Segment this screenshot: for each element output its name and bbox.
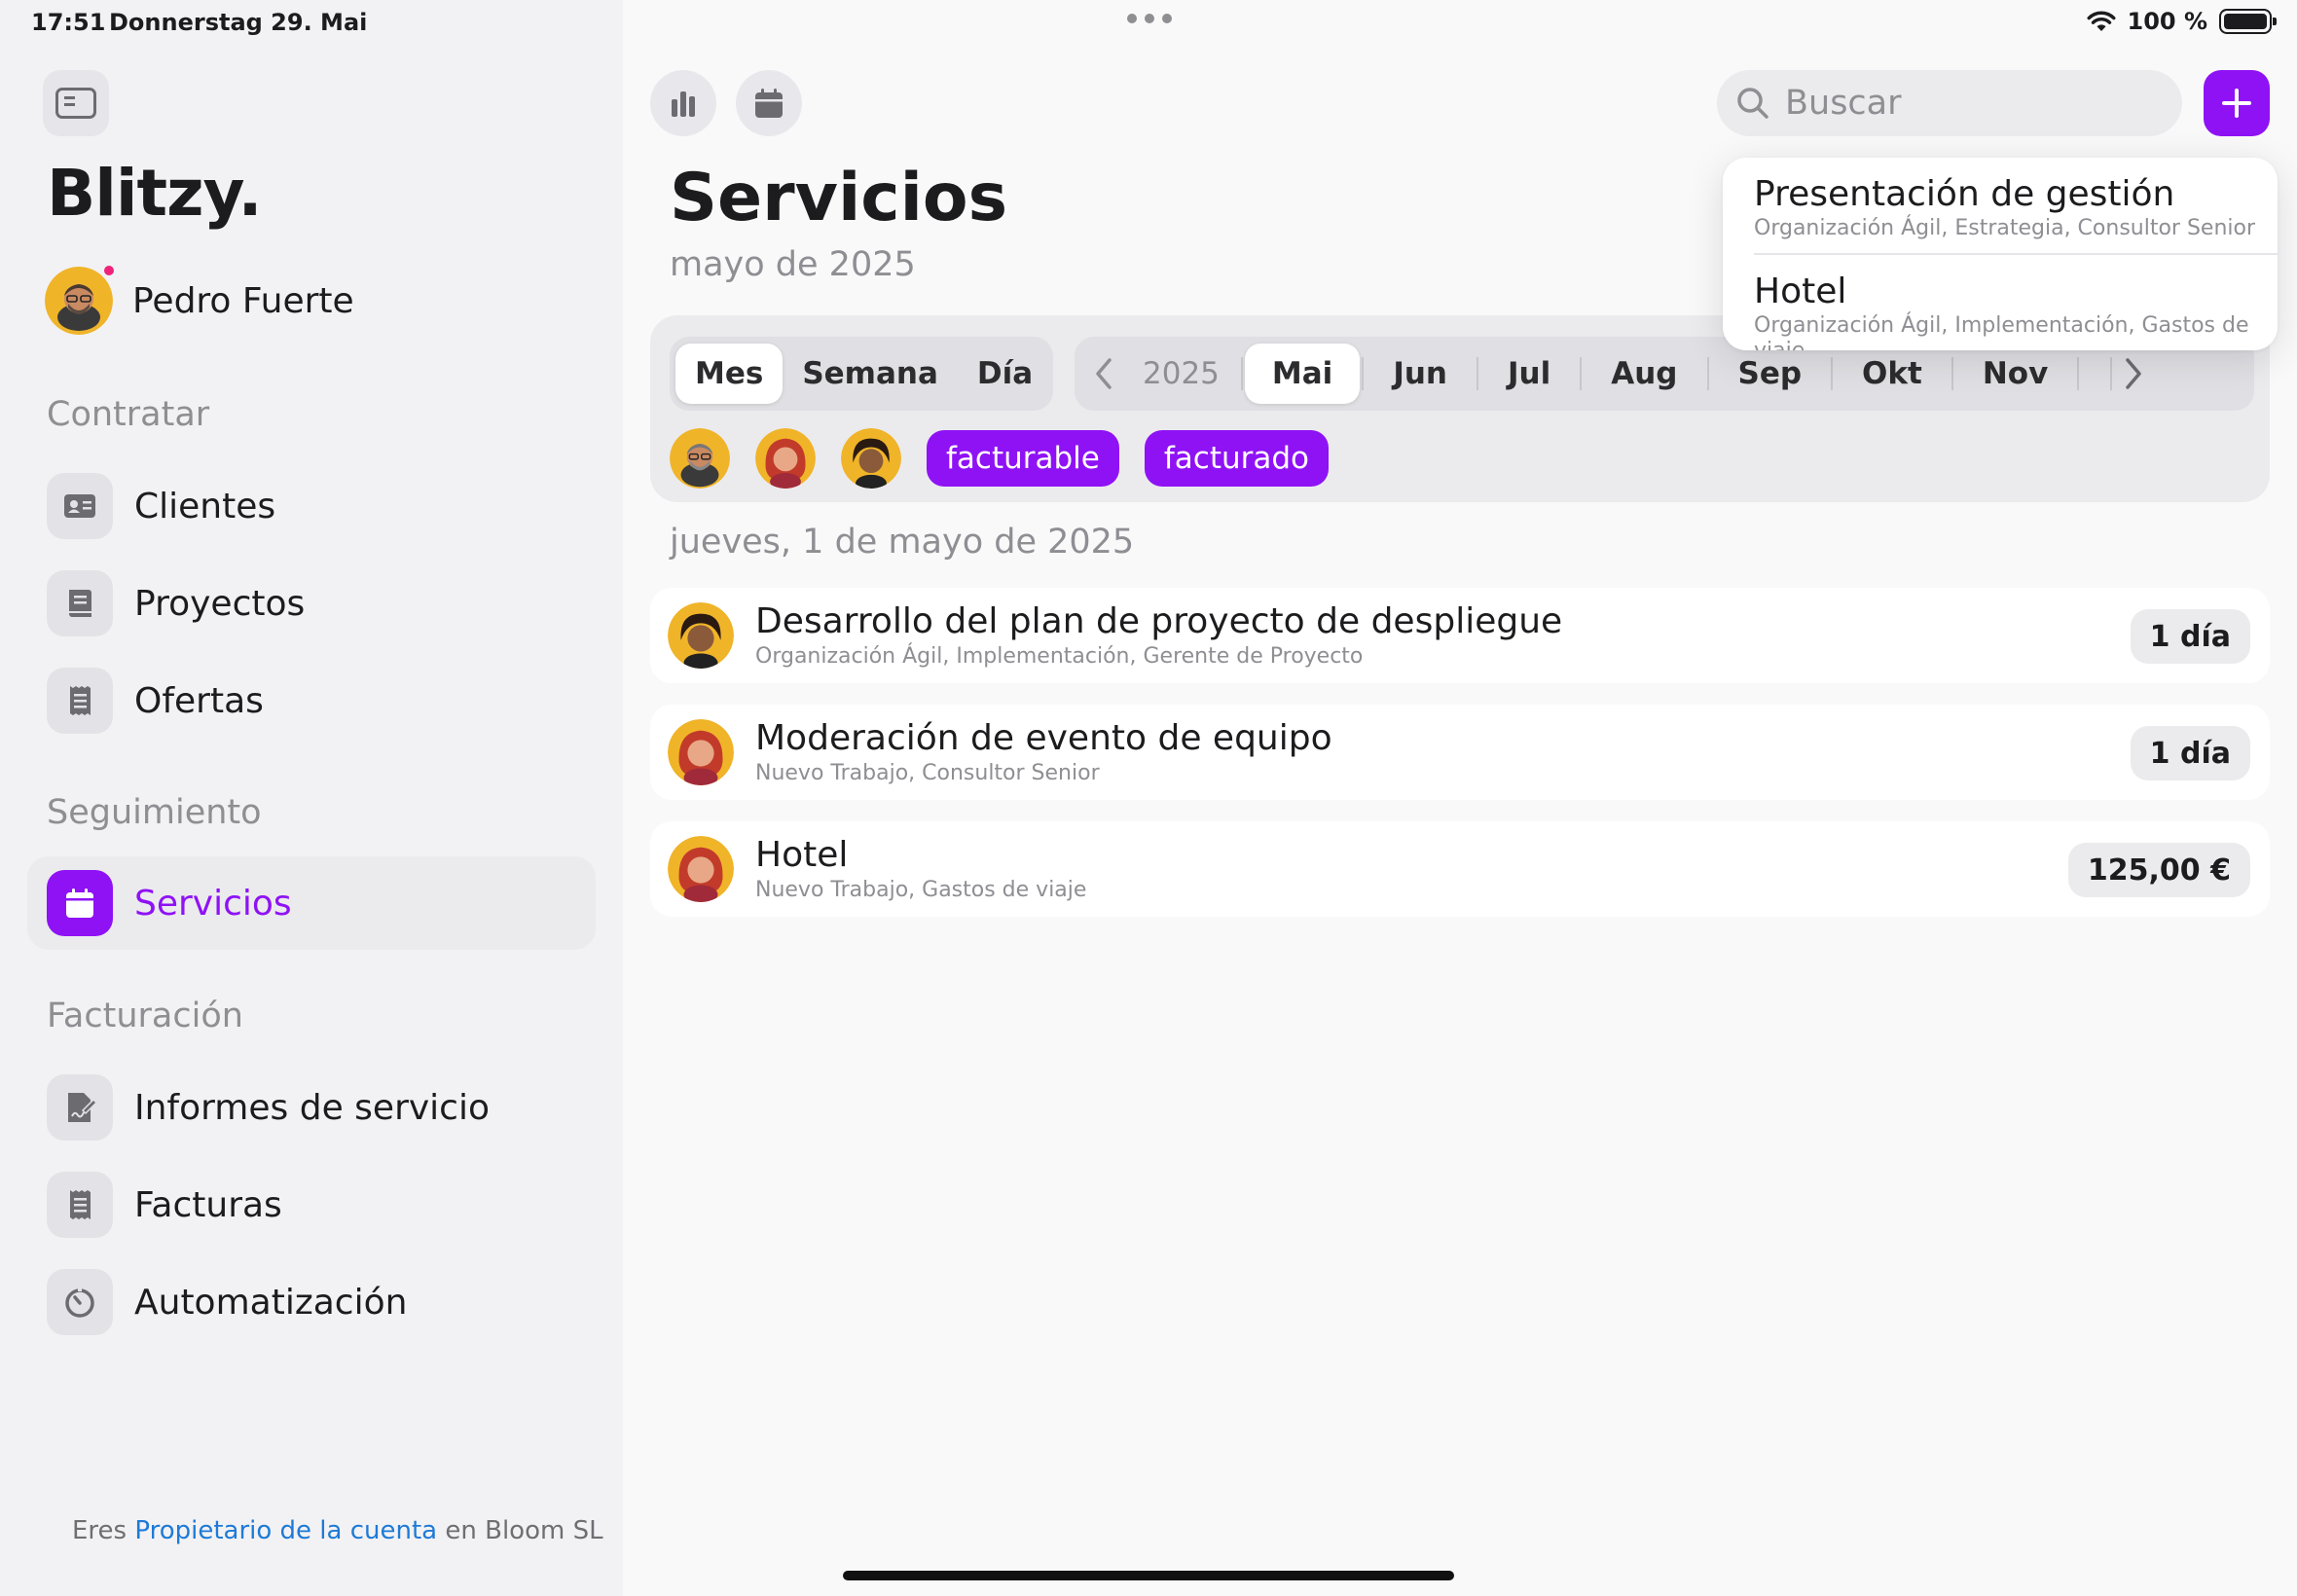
sidebar-item-clientes[interactable]: Clientes xyxy=(27,459,596,553)
calendar-icon xyxy=(47,870,113,936)
sidebar-item-label: Informes de servicio xyxy=(134,1087,490,1128)
home-indicator[interactable] xyxy=(843,1571,1454,1580)
stats-button[interactable] xyxy=(650,70,716,136)
multitasking-dots-icon[interactable] xyxy=(1127,14,1172,23)
month-item[interactable]: Sep xyxy=(1711,344,1830,404)
entry-subtitle: Organización Ágil, Implementación, Geren… xyxy=(755,644,1364,669)
view-mode-week[interactable]: Semana xyxy=(783,344,958,404)
sidebar-item-label: Automatización xyxy=(134,1282,408,1323)
sidebar-item-label: Ofertas xyxy=(134,680,264,721)
service-entry[interactable]: Desarrollo del plan de proyecto de despl… xyxy=(650,588,2270,683)
day-header: jueves, 1 de mayo de 2025 xyxy=(670,523,1135,562)
status-indicators: 100 % xyxy=(2087,8,2277,35)
amount-badge: 125,00 € xyxy=(2067,843,2250,897)
person-filter-avatar[interactable] xyxy=(755,428,816,489)
entry-title: Moderación de evento de equipo xyxy=(755,718,1332,758)
month-item[interactable]: Mai xyxy=(1244,344,1361,404)
menu-item-subtitle: Organización Ágil, Implementación, Gasto… xyxy=(1754,313,2249,350)
view-mode-day[interactable]: Día xyxy=(958,344,1052,404)
bar-chart-icon xyxy=(672,91,695,117)
search-field[interactable] xyxy=(1717,70,2182,136)
sidebar-item-label: Servicios xyxy=(134,883,292,924)
account-footer: Eres Propietario de la cuenta en Bloom S… xyxy=(72,1516,603,1545)
menu-item[interactable]: Hotel Organización Ágil, Implementación,… xyxy=(1754,271,2260,350)
account-owner-link[interactable]: Propietario de la cuenta xyxy=(134,1516,437,1545)
entry-avatar xyxy=(668,719,734,785)
month-item[interactable]: Jul xyxy=(1480,344,1578,404)
duration-badge: 1 día xyxy=(2130,726,2250,780)
duration-badge: 1 día xyxy=(2130,609,2250,664)
status-time: 17:51 xyxy=(31,9,106,36)
status-bar: 17:51 Donnerstag 29. Mai 100 % xyxy=(0,0,2297,47)
entry-title: Desarrollo del plan de proyecto de despl… xyxy=(755,601,1563,641)
sidebar-item-label: Clientes xyxy=(134,486,276,526)
month-item[interactable]: Aug xyxy=(1584,344,1704,404)
chevron-left-icon xyxy=(1096,358,1112,389)
quick-add-menu: Presentación de gestión Organización Ági… xyxy=(1723,158,2278,350)
view-mode-segmented-control: Mes Semana Día xyxy=(670,337,1053,411)
calendar-view-button[interactable] xyxy=(736,70,802,136)
receipt-icon xyxy=(47,668,113,734)
sidebar-item-label: Facturas xyxy=(134,1184,282,1225)
menu-item-subtitle: Organización Ágil, Estrategia, Consultor… xyxy=(1754,216,2256,240)
user-avatar xyxy=(45,263,117,335)
plus-icon xyxy=(2222,89,2251,118)
section-title-seguimiento: Seguimiento xyxy=(47,793,262,832)
add-button[interactable] xyxy=(2204,70,2270,136)
sidebar-item-ofertas[interactable]: Ofertas xyxy=(27,654,596,747)
signed-document-icon xyxy=(47,1074,113,1141)
sidebar-item-label: Proyectos xyxy=(134,583,306,624)
status-date: Donnerstag 29. Mai xyxy=(109,9,368,36)
wifi-icon xyxy=(2087,11,2115,31)
sidebar: Blitzy. Pedro Fuerte Contratar Clientes … xyxy=(0,0,623,1596)
month-item[interactable]: Okt xyxy=(1835,344,1950,404)
entry-subtitle: Nuevo Trabajo, Gastos de viaje xyxy=(755,878,1087,902)
battery-percent: 100 % xyxy=(2127,8,2208,35)
search-icon xyxy=(1737,88,1768,119)
page-title: Servicios xyxy=(670,160,1008,236)
menu-item-title: Presentación de gestión xyxy=(1754,174,2175,214)
book-icon xyxy=(47,570,113,636)
previous-month-button[interactable] xyxy=(1084,356,1123,391)
person-filter-avatar[interactable] xyxy=(841,428,901,489)
search-input[interactable] xyxy=(1785,84,2155,123)
sidebar-item-proyectos[interactable]: Proyectos xyxy=(27,557,596,650)
chevron-right-icon xyxy=(2126,358,2142,389)
entry-subtitle: Nuevo Trabajo, Consultor Senior xyxy=(755,761,1100,785)
service-entry[interactable]: Hotel Nuevo Trabajo, Gastos de viaje 125… xyxy=(650,821,2270,917)
next-month-button[interactable] xyxy=(2114,356,2153,391)
page-subtitle: mayo de 2025 xyxy=(670,245,916,284)
month-item[interactable]: Nov xyxy=(1955,344,2075,404)
sidebar-toggle-button[interactable] xyxy=(43,70,109,136)
invoice-icon xyxy=(47,1172,113,1238)
year-label: 2025 xyxy=(1143,356,1220,391)
app-logo: Blitzy. xyxy=(47,156,263,231)
sidebar-item-informes-de-servicio[interactable]: Informes de servicio xyxy=(27,1061,596,1154)
menu-item[interactable]: Presentación de gestión Organización Ági… xyxy=(1754,173,2260,241)
entry-title: Hotel xyxy=(755,835,849,875)
notification-dot xyxy=(101,263,117,278)
sidebar-item-facturas[interactable]: Facturas xyxy=(27,1158,596,1251)
sidebar-icon xyxy=(55,88,96,119)
filter-chip-facturado[interactable]: facturado xyxy=(1144,430,1330,487)
entry-avatar xyxy=(668,602,734,669)
view-mode-month[interactable]: Mes xyxy=(675,344,784,404)
person-filter-avatar[interactable] xyxy=(670,428,730,489)
timer-icon xyxy=(47,1269,113,1335)
entry-avatar xyxy=(668,836,734,902)
contact-card-icon xyxy=(47,473,113,539)
user-profile[interactable]: Pedro Fuerte xyxy=(45,263,354,335)
calendar-icon xyxy=(755,89,783,118)
menu-item-title: Hotel xyxy=(1754,272,1847,311)
service-entry[interactable]: Moderación de evento de equipo Nuevo Tra… xyxy=(650,705,2270,800)
sidebar-item-servicios[interactable]: Servicios xyxy=(27,856,596,950)
month-item[interactable]: Jun xyxy=(1366,344,1475,404)
section-title-contratar: Contratar xyxy=(47,395,210,434)
sidebar-item-automatizacion[interactable]: Automatización xyxy=(27,1255,596,1349)
filter-chip-facturable[interactable]: facturable xyxy=(927,430,1119,487)
section-title-facturacion: Facturación xyxy=(47,997,243,1035)
battery-icon xyxy=(2219,9,2277,34)
filter-row: facturable facturado xyxy=(670,428,1330,489)
user-name: Pedro Fuerte xyxy=(132,280,354,321)
